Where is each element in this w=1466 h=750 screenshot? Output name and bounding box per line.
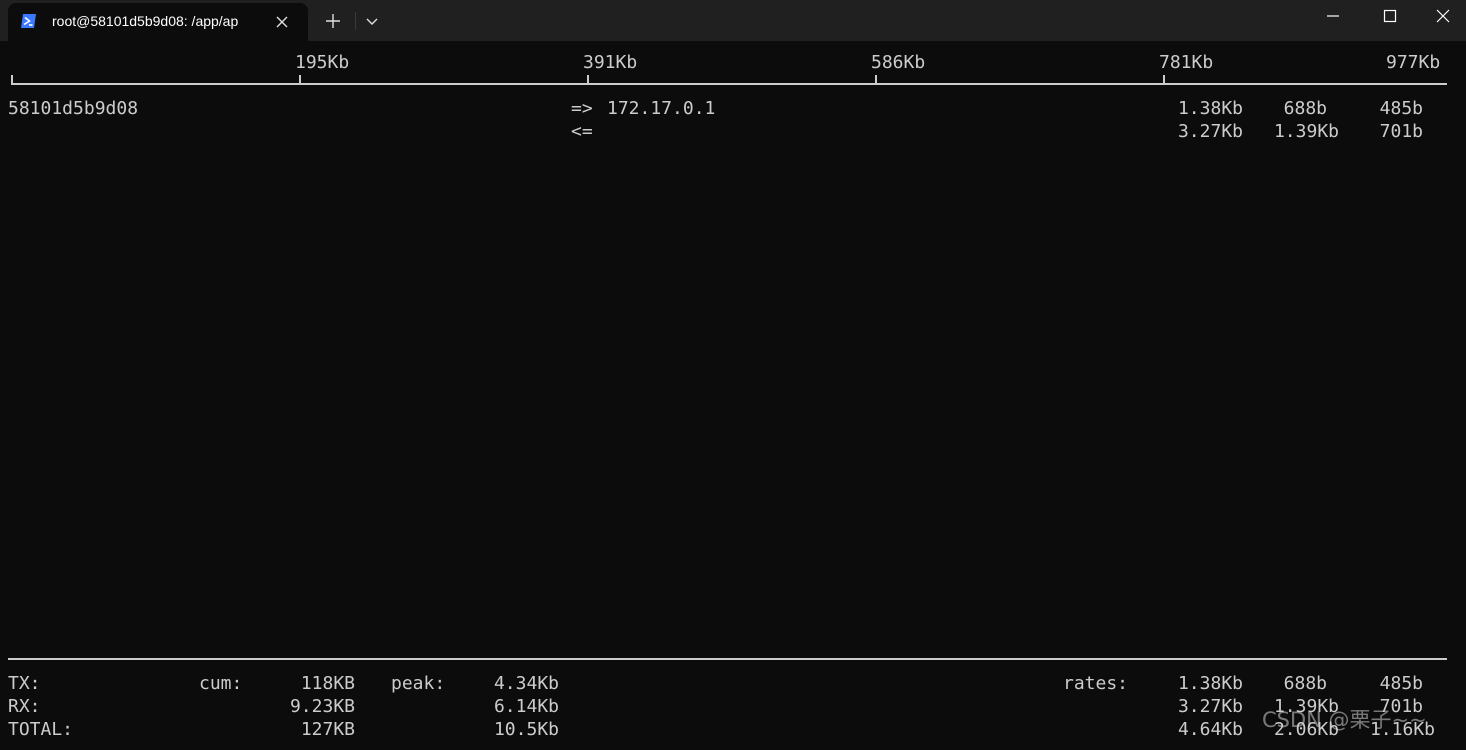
- close-window-icon[interactable]: [1420, 0, 1466, 32]
- send-rate-10s: 688b: [1283, 98, 1327, 119]
- scale-tick: [299, 75, 301, 85]
- maximize-icon[interactable]: [1367, 0, 1413, 32]
- tx-peak: 4.34Kb: [493, 673, 559, 694]
- tx-rate-10s: 688b: [1283, 673, 1327, 694]
- tx-label: TX:: [8, 673, 41, 694]
- scale-label: 195Kb: [295, 52, 350, 73]
- terminal-viewport[interactable]: 195Kb 391Kb 586Kb 781Kb 977Kb 58101d5b9d…: [0, 41, 1466, 750]
- close-tab-icon[interactable]: [272, 12, 292, 32]
- terminal-tab[interactable]: root@58101d5b9d08: /app/ap: [8, 3, 308, 41]
- host-name: 58101d5b9d08: [8, 98, 139, 119]
- powershell-icon: [21, 14, 36, 28]
- peer-address: 172.17.0.1: [607, 98, 716, 119]
- scale-line: [11, 83, 1447, 85]
- watermark: CSDN @栗子~~: [1262, 708, 1427, 732]
- tab-title: root@58101d5b9d08: /app/ap: [52, 13, 239, 29]
- tx-rate-2s: 1.38Kb: [1177, 673, 1243, 694]
- total-label: TOTAL:: [8, 719, 74, 740]
- tab-separator: [355, 12, 356, 30]
- minimize-icon[interactable]: [1310, 0, 1356, 32]
- new-tab-icon[interactable]: [318, 8, 348, 34]
- tx-rate-40s: 485b: [1379, 673, 1423, 694]
- scale-tick: [11, 75, 13, 85]
- rates-label: rates:: [1063, 673, 1129, 694]
- tx-cum: 118KB: [300, 673, 355, 694]
- scale-label: 586Kb: [871, 52, 926, 73]
- title-bar: root@58101d5b9d08: /app/ap: [0, 0, 1466, 41]
- total-rate-2s: 4.64Kb: [1177, 719, 1243, 740]
- rx-label: RX:: [8, 696, 41, 717]
- send-rate-40s: 485b: [1379, 98, 1423, 119]
- rx-cum: 9.23KB: [289, 696, 355, 717]
- peak-label: peak:: [391, 673, 446, 694]
- cum-label: cum:: [199, 673, 243, 694]
- recv-rate-10s: 1.39Kb: [1273, 121, 1339, 142]
- rx-rate-2s: 3.27Kb: [1177, 696, 1243, 717]
- scale-label: 391Kb: [583, 52, 638, 73]
- scale-label: 977Kb: [1386, 52, 1441, 73]
- send-rate-2s: 1.38Kb: [1177, 98, 1243, 119]
- scale-tick: [1163, 75, 1165, 85]
- scale-tick: [875, 75, 877, 85]
- total-peak: 10.5Kb: [493, 719, 559, 740]
- recv-rate-2s: 3.27Kb: [1177, 121, 1243, 142]
- totals-divider: [8, 658, 1447, 660]
- recv-rate-40s: 701b: [1379, 121, 1423, 142]
- scale-label: 781Kb: [1159, 52, 1214, 73]
- recv-arrow: <=: [571, 121, 593, 142]
- total-cum: 127KB: [300, 719, 355, 740]
- rx-peak: 6.14Kb: [493, 696, 559, 717]
- scale-tick: [587, 75, 589, 85]
- chevron-down-icon[interactable]: [360, 8, 384, 34]
- send-arrow: =>: [571, 98, 593, 119]
